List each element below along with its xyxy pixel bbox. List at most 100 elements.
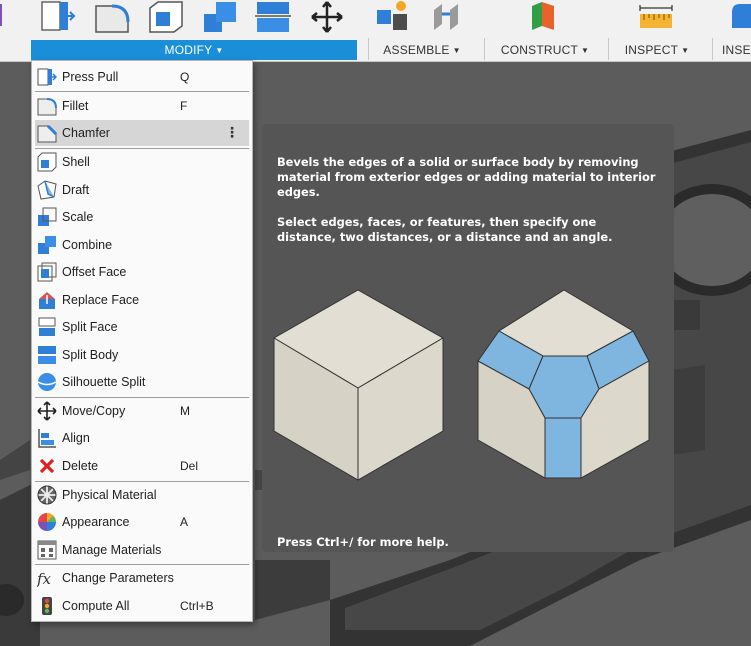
menu-item-label: Replace Face bbox=[62, 293, 140, 307]
menu-item-label: Shell bbox=[62, 155, 90, 169]
menu-item-chamfer[interactable]: Chamfer ⋮ bbox=[35, 120, 249, 146]
construct-plane-icon[interactable] bbox=[528, 0, 564, 34]
sketch-icon[interactable] bbox=[0, 0, 8, 34]
menu-item-shortcut: M bbox=[180, 404, 190, 418]
menu-item-combine[interactable]: Combine bbox=[35, 232, 249, 258]
menu-item-offset-face[interactable]: Offset Face bbox=[35, 259, 249, 285]
menu-item-change-parameters[interactable]: fx Change Parameters bbox=[35, 565, 249, 591]
menu-item-shortcut: A bbox=[180, 515, 189, 529]
insert-label: INSE bbox=[722, 43, 751, 57]
menu-item-split-face[interactable]: Split Face bbox=[35, 314, 249, 340]
menu-item-draft[interactable]: Draft bbox=[35, 177, 249, 203]
caret-down-icon: ▼ bbox=[452, 45, 461, 55]
menu-item-label: Press Pull bbox=[62, 70, 119, 84]
menu-item-label: Align bbox=[62, 431, 90, 445]
press-pull-icon[interactable] bbox=[40, 0, 76, 34]
draft-icon bbox=[37, 180, 57, 200]
toolbar: MODIFY ▼ ASSEMBLE ▼ CONSTRUCT ▼ INSPECT ▼ IN… bbox=[0, 0, 751, 62]
fillet-icon bbox=[37, 98, 57, 116]
insert-icon[interactable] bbox=[728, 0, 751, 34]
menu-item-label: Delete bbox=[62, 459, 99, 473]
menu-item-shortcut: Ctrl+B bbox=[180, 599, 214, 613]
caret-down-icon: ▼ bbox=[581, 45, 590, 55]
delete-icon bbox=[39, 458, 55, 474]
menu-item-delete[interactable]: Delete Del bbox=[35, 453, 249, 479]
menu-item-split-body[interactable]: Split Body bbox=[35, 342, 249, 368]
menu-item-label: Scale bbox=[62, 210, 94, 224]
inspect-menu-button[interactable]: INSPECT ▼ bbox=[612, 40, 702, 60]
insert-menu-button[interactable]: INSE bbox=[722, 40, 751, 60]
appearance-icon bbox=[38, 513, 56, 531]
modify-dropdown-menu: Press Pull Q Fillet F Chamfer ⋮ Shell Dr… bbox=[31, 60, 253, 622]
menu-item-shortcut: Q bbox=[180, 70, 190, 84]
menu-item-align[interactable]: Align bbox=[35, 425, 249, 451]
menu-item-label: Silhouette Split bbox=[62, 375, 146, 389]
menu-item-compute-all[interactable]: Compute All Ctrl+B bbox=[35, 593, 249, 619]
move-copy-icon bbox=[37, 401, 57, 421]
menu-item-scale[interactable]: Scale bbox=[35, 204, 249, 230]
construct-menu-button[interactable]: CONSTRUCT ▼ bbox=[488, 40, 602, 60]
menu-item-label: Physical Material bbox=[62, 488, 157, 502]
menu-item-label: Split Face bbox=[62, 320, 118, 334]
menu-item-label: Move/Copy bbox=[62, 404, 126, 418]
split-body-icon[interactable] bbox=[255, 0, 291, 34]
tooltip-instructions: Select edges, faces, or features, then s… bbox=[277, 215, 613, 244]
combine-icon[interactable] bbox=[202, 0, 238, 34]
move-copy-icon[interactable] bbox=[309, 0, 345, 34]
chamfer-tooltip: Bevels the edges of a solid or surface b… bbox=[262, 124, 674, 552]
cube-before-illustration bbox=[273, 289, 445, 481]
offset-face-icon bbox=[37, 262, 57, 282]
joint-icon[interactable] bbox=[430, 0, 466, 34]
tooltip-description: Bevels the edges of a solid or surface b… bbox=[277, 155, 656, 199]
combine-icon bbox=[38, 236, 56, 254]
menu-item-appearance[interactable]: Appearance A bbox=[35, 509, 249, 535]
menu-item-move-copy[interactable]: Move/Copy M bbox=[35, 398, 249, 424]
assemble-menu-button[interactable]: ASSEMBLE ▼ bbox=[372, 40, 472, 60]
toolbar-separator bbox=[712, 38, 713, 60]
menu-item-label: Compute All bbox=[62, 599, 130, 613]
modify-label: MODIFY bbox=[164, 43, 213, 57]
menu-item-replace-face[interactable]: Replace Face bbox=[35, 287, 249, 313]
shell-icon[interactable] bbox=[148, 0, 184, 34]
more-options-icon[interactable]: ⋮ bbox=[225, 123, 239, 141]
manage-materials-icon bbox=[37, 540, 57, 560]
menu-item-shortcut: Del bbox=[180, 459, 199, 473]
caret-down-icon: ▼ bbox=[215, 45, 224, 55]
physical-material-icon bbox=[37, 485, 57, 505]
assemble-new-component-icon[interactable] bbox=[375, 0, 411, 34]
construct-label: CONSTRUCT bbox=[500, 43, 578, 57]
menu-item-physical-material[interactable]: Physical Material bbox=[35, 482, 249, 508]
menu-item-label: Change Parameters bbox=[62, 571, 174, 585]
assemble-label: ASSEMBLE bbox=[383, 43, 450, 57]
cube-after-illustration bbox=[477, 289, 650, 479]
toolbar-separator bbox=[368, 38, 369, 60]
split-face-icon bbox=[38, 317, 56, 336]
menu-item-shortcut: F bbox=[180, 99, 188, 113]
caret-down-icon: ▼ bbox=[681, 45, 690, 55]
split-body-icon bbox=[38, 346, 56, 364]
replace-face-icon bbox=[39, 292, 55, 309]
silhouette-split-icon bbox=[37, 373, 57, 391]
menu-item-label: Fillet bbox=[62, 99, 89, 113]
menu-item-label: Offset Face bbox=[62, 265, 127, 279]
menu-item-label: Combine bbox=[62, 238, 113, 252]
menu-item-label: Draft bbox=[62, 183, 90, 197]
menu-item-label: Chamfer bbox=[62, 126, 110, 140]
measure-icon[interactable] bbox=[638, 0, 674, 34]
menu-item-fillet[interactable]: Fillet F bbox=[35, 93, 249, 119]
menu-item-label: Split Body bbox=[62, 348, 119, 362]
fillet-icon[interactable] bbox=[94, 0, 130, 34]
menu-separator bbox=[35, 91, 249, 92]
modify-menu-button[interactable]: MODIFY ▼ bbox=[31, 40, 357, 60]
menu-item-manage-materials[interactable]: Manage Materials bbox=[35, 537, 249, 563]
menu-item-shell[interactable]: Shell bbox=[35, 149, 249, 175]
inspect-label: INSPECT bbox=[624, 43, 679, 57]
change-parameters-icon: fx bbox=[37, 570, 52, 588]
shell-icon bbox=[37, 152, 57, 172]
menu-item-press-pull[interactable]: Press Pull Q bbox=[35, 64, 249, 90]
chamfer-icon bbox=[37, 124, 57, 143]
toolbar-separator bbox=[608, 38, 609, 60]
toolbar-separator bbox=[484, 38, 485, 60]
scale-icon bbox=[38, 207, 57, 226]
menu-item-silhouette-split[interactable]: Silhouette Split bbox=[35, 369, 249, 395]
